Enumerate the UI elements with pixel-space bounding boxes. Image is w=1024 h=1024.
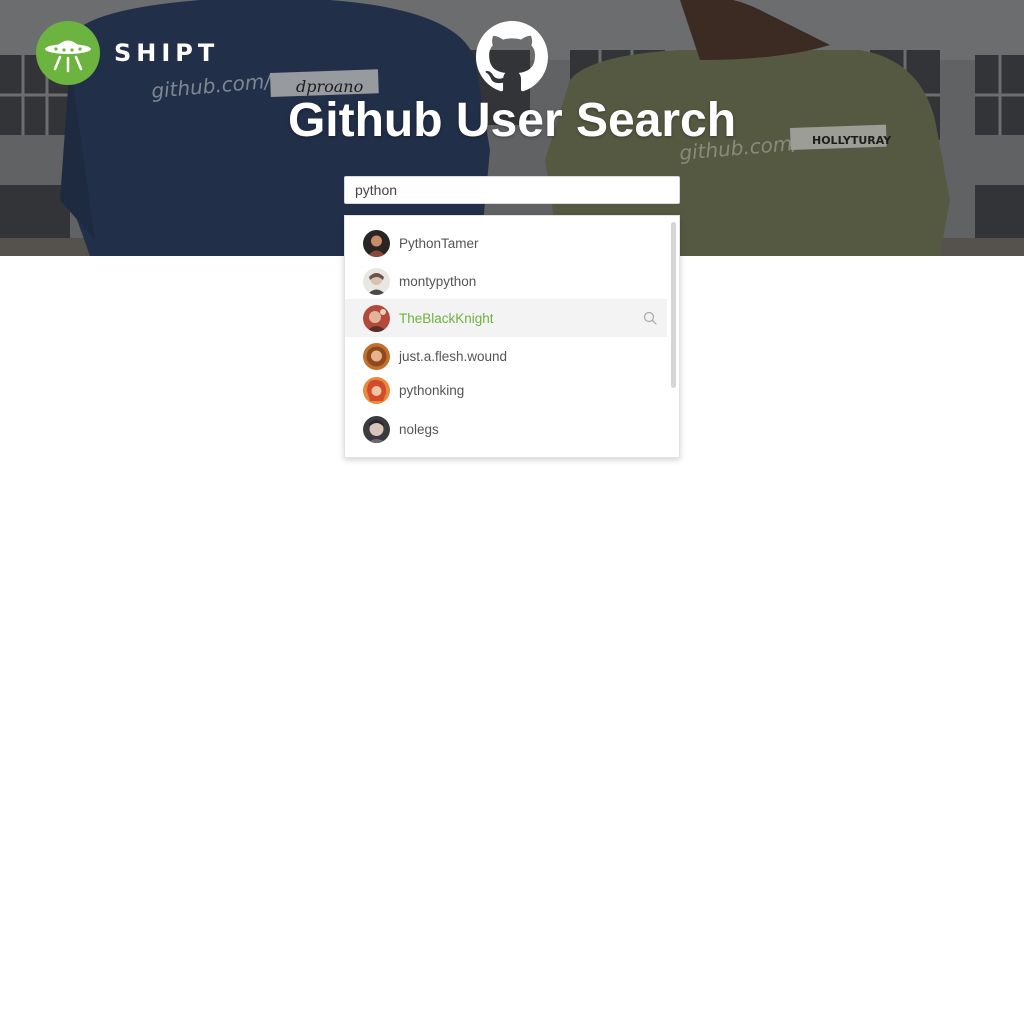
suggestion-label: nolegs — [399, 421, 439, 437]
list-item[interactable]: just.a.flesh.wound — [345, 337, 667, 375]
avatar — [363, 304, 390, 332]
brand[interactable]: SHIPT — [36, 21, 219, 85]
suggestion-label: montypython — [399, 273, 477, 289]
search-icon[interactable] — [643, 311, 657, 325]
avatar — [363, 342, 390, 370]
suggestion-label: PythonTamer — [399, 235, 479, 251]
list-item[interactable]: nolegs — [345, 410, 667, 448]
suggestion-label: pythonking — [399, 382, 465, 398]
ufo-icon — [36, 21, 100, 85]
scrollbar[interactable] — [671, 222, 676, 388]
avatar — [363, 415, 390, 443]
suggestion-label: TheBlackKnight — [399, 310, 494, 326]
list-item[interactable]: pythonking — [345, 371, 667, 409]
avatar — [363, 376, 390, 404]
suggestions-dropdown[interactable]: PythonTamer montypython TheBlackKnight j… — [344, 215, 680, 458]
brand-name: SHIPT — [114, 39, 220, 67]
list-item[interactable]: PythonTamer — [345, 224, 667, 262]
list-item[interactable]: montypython — [345, 262, 667, 300]
avatar — [363, 229, 390, 257]
suggestion-label: just.a.flesh.wound — [399, 348, 508, 364]
search-input[interactable] — [344, 176, 680, 204]
github-octocat-icon — [476, 21, 548, 92]
page-title: Github User Search — [287, 94, 737, 147]
list-item[interactable]: TheBlackKnight — [345, 299, 667, 337]
avatar — [363, 267, 390, 295]
